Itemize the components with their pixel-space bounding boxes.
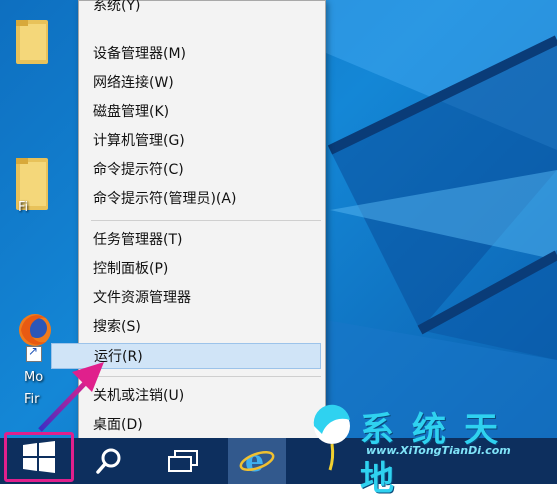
task-view-button[interactable] [160,438,206,484]
menu-separator [91,220,321,221]
menu-item-network-connections[interactable]: 网络连接(W) [93,70,321,96]
menu-item-shutdown-signout[interactable]: 关机或注销(U) [93,383,321,409]
search-button[interactable] [86,438,132,484]
watermark-logo-icon [313,404,350,471]
menu-item-system[interactable]: 系统(Y) [93,0,321,19]
menu-item-command-prompt-admin[interactable]: 命令提示符(管理员)(A) [93,186,321,212]
menu-item-run[interactable]: 运行(R) [51,343,321,369]
menu-separator [91,376,321,377]
start-context-menu: 系统(Y) 设备管理器(M) 网络连接(W) 磁盘管理(K) 计算机管理(G) … [51,0,326,440]
menu-item-disk-management[interactable]: 磁盘管理(K) [93,99,321,125]
ie-icon: e [239,444,275,478]
windows-logo-icon [23,441,55,473]
menu-item-search[interactable]: 搜索(S) [93,314,321,340]
menu-item-file-explorer[interactable]: 文件资源管理器 [93,285,321,311]
menu-item-task-manager[interactable]: 任务管理器(T) [93,227,321,253]
menu-item-computer-management[interactable]: 计算机管理(G) [93,128,321,154]
watermark: 系统天地 www.XiTongTianDi.com [308,400,557,499]
desktop-icon-label: Mo [24,370,44,385]
start-button[interactable] [4,432,74,482]
menu-item-control-panel[interactable]: 控制面板(P) [93,256,321,282]
desktop-icon-label: Fir [24,392,40,407]
watermark-url: www.XiTongTianDi.com [366,444,511,457]
search-icon [96,448,121,474]
desktop-icon-label: Fi [18,200,29,215]
svg-text:e: e [245,444,264,478]
menu-item-command-prompt[interactable]: 命令提示符(C) [93,157,321,183]
folder-icon[interactable] [14,16,50,66]
task-view-icon [168,450,198,472]
menu-item-desktop[interactable]: 桌面(D) [93,412,321,438]
ie-taskbar-button[interactable]: e [228,438,286,484]
menu-item-device-manager[interactable]: 设备管理器(M) [93,41,321,67]
shortcut-arrow-icon [26,344,42,362]
